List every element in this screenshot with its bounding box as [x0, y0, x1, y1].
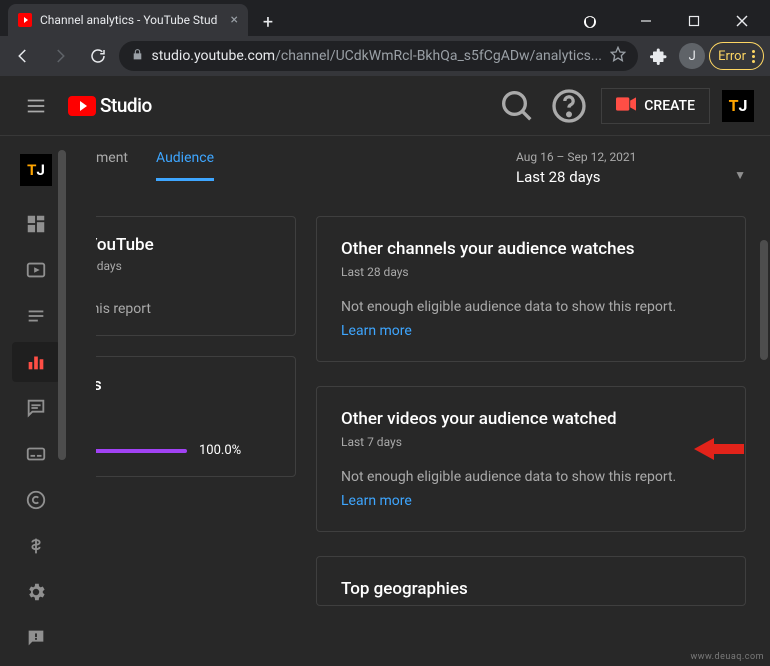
browser-tab[interactable]: Channel analytics - YouTube Stud × [8, 4, 248, 36]
right-column: Other channels your audience watches Las… [316, 216, 746, 606]
top-geographies-card: Top geographies [316, 556, 746, 606]
sidebar-item-comments[interactable] [12, 388, 60, 428]
error-menu-button[interactable]: Error [709, 42, 764, 70]
other-channels-card: Other channels your audience watches Las… [316, 216, 746, 362]
hamburger-menu-icon[interactable] [16, 86, 56, 126]
privacy-shield-icon[interactable] [576, 8, 604, 36]
help-icon[interactable] [549, 86, 589, 126]
card-subtitle: 3 days [96, 259, 295, 273]
card-title: rs [96, 375, 295, 395]
date-range-text: Aug 16 – Sep 12, 2021 [516, 150, 746, 164]
learn-more-link[interactable]: Learn more [341, 493, 412, 509]
kebab-menu-icon [752, 50, 755, 63]
sidebar-channel-avatar[interactable]: TJ [20, 154, 52, 186]
reload-button[interactable] [81, 39, 115, 73]
error-label: Error [718, 49, 746, 64]
url-text: studio.youtube.com/channel/UCdkWmRcl-Bkh… [152, 48, 602, 64]
content-scrollbar[interactable] [760, 240, 768, 360]
forward-button[interactable] [44, 39, 78, 73]
progress-row: 100.0% [96, 443, 295, 458]
card-subtitle: Last 7 days [341, 435, 721, 449]
search-icon[interactable] [497, 86, 537, 126]
studio-header: Studio CREATE TJ [0, 76, 770, 136]
tab-strip: Channel analytics - YouTube Stud × + [0, 4, 576, 36]
lock-icon [131, 48, 144, 65]
sidebar-item-dashboard[interactable] [12, 204, 60, 244]
window-titlebar: Channel analytics - YouTube Stud × + [0, 0, 770, 36]
minimize-button[interactable] [624, 6, 668, 36]
tab-engagement[interactable]: ment [96, 150, 128, 181]
watermark-text: www.deuaq.com [690, 652, 764, 662]
content-area: ment Audience Aug 16 – Sep 12, 2021 Last… [72, 136, 770, 666]
tab-audience[interactable]: Audience [156, 150, 214, 181]
learn-more-link[interactable]: Learn more [341, 323, 412, 339]
create-video-icon [616, 97, 636, 115]
sidebar: TJ [0, 136, 72, 666]
subscribers-card: rs 100.0% [96, 356, 296, 477]
card-body: this report [96, 301, 295, 317]
maximize-button[interactable] [672, 6, 716, 36]
left-column: YouTube 3 days this report rs 100.0% [96, 216, 296, 606]
date-range-picker[interactable]: Aug 16 – Sep 12, 2021 Last 28 days ▼ [516, 150, 746, 186]
sidebar-item-playlists[interactable] [12, 296, 60, 336]
sidebar-item-settings[interactable] [12, 572, 60, 612]
channel-avatar[interactable]: TJ [722, 90, 754, 122]
sidebar-item-analytics[interactable] [12, 342, 60, 382]
date-range-preset: Last 28 days [516, 168, 746, 186]
create-label: CREATE [644, 98, 695, 114]
analytics-header-row: ment Audience Aug 16 – Sep 12, 2021 Last… [96, 136, 746, 186]
new-tab-button[interactable]: + [254, 8, 282, 36]
youtube-logo-icon [68, 96, 96, 116]
close-window-button[interactable] [720, 6, 764, 36]
card-title: Other videos your audience watched [341, 409, 721, 429]
close-tab-icon[interactable]: × [231, 12, 238, 28]
bookmark-star-icon[interactable] [610, 46, 626, 66]
card-title: Top geographies [341, 579, 721, 599]
studio-logo-text: Studio [100, 94, 152, 117]
card-body: Not enough eligible audience data to sho… [341, 469, 721, 485]
extensions-icon[interactable] [642, 39, 676, 73]
returning-viewers-card: YouTube 3 days this report [96, 216, 296, 336]
sidebar-item-monetization[interactable] [12, 526, 60, 566]
card-title: YouTube [96, 235, 295, 255]
cards-row: YouTube 3 days this report rs 100.0% [96, 216, 746, 606]
studio-logo[interactable]: Studio [68, 94, 152, 117]
other-videos-card: Other videos your audience watched Last … [316, 386, 746, 532]
sidebar-scrollbar[interactable] [58, 150, 66, 460]
window-controls [624, 6, 770, 36]
progress-percent: 100.0% [199, 443, 241, 458]
sidebar-item-content[interactable] [12, 250, 60, 290]
analytics-tabs: ment Audience [96, 150, 214, 181]
progress-bar [96, 449, 187, 453]
profile-avatar[interactable]: J [679, 43, 705, 69]
tab-title: Channel analytics - YouTube Stud [40, 13, 223, 27]
youtube-favicon [18, 13, 32, 27]
browser-toolbar: studio.youtube.com/channel/UCdkWmRcl-Bkh… [0, 36, 770, 76]
sidebar-item-subtitles[interactable] [12, 434, 60, 474]
back-button[interactable] [6, 39, 40, 73]
card-subtitle: Last 28 days [341, 265, 721, 279]
card-body: Not enough eligible audience data to sho… [341, 299, 721, 315]
chevron-down-icon: ▼ [734, 168, 746, 182]
card-title: Other channels your audience watches [341, 239, 721, 259]
app-body: TJ ment Audience Aug 16 – Sep 12, 2021 L… [0, 136, 770, 666]
sidebar-item-feedback[interactable] [12, 618, 60, 658]
create-button[interactable]: CREATE [601, 88, 710, 124]
address-bar[interactable]: studio.youtube.com/channel/UCdkWmRcl-Bkh… [119, 41, 638, 71]
sidebar-item-copyright[interactable] [12, 480, 60, 520]
